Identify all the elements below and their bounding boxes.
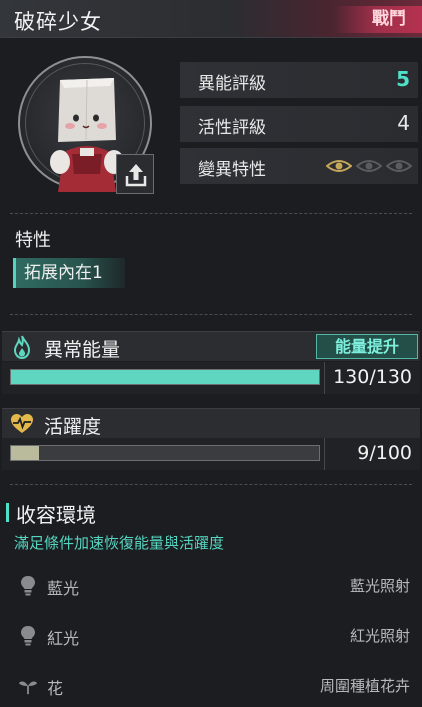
mutation-trait-indicators xyxy=(326,158,412,174)
stat-label: 活性評級 xyxy=(198,118,266,138)
divider xyxy=(10,484,412,485)
sprout-icon xyxy=(18,681,38,695)
energy-bar-fill xyxy=(11,370,319,384)
env-condition: 藍光照射 xyxy=(349,577,410,595)
stat-label: 變異特性 xyxy=(198,160,266,180)
stat-value: 5 xyxy=(396,67,410,91)
eye-icon xyxy=(356,160,382,172)
energy-header: 異常能量 能量提升 xyxy=(2,331,420,361)
heart-pulse-icon xyxy=(11,414,33,433)
env-row-flower: 花 周圍種植花卉 xyxy=(0,671,422,701)
anomaly-name: 破碎少女 xyxy=(14,10,102,34)
energy-bar-row: 130/130 xyxy=(2,362,420,394)
vitality-value: 9/100 xyxy=(357,442,412,464)
stat-label: 異能評級 xyxy=(198,74,266,94)
share-icon xyxy=(125,164,147,187)
eye-icon xyxy=(326,160,352,172)
env-name: 紅光 xyxy=(47,629,80,648)
env-name: 花 xyxy=(47,679,64,698)
containment-env-subtitle: 滿足條件加速恢復能量與活躍度 xyxy=(14,534,225,552)
divider xyxy=(10,213,412,214)
stat-row-mutation-trait: 變異特性 xyxy=(180,148,418,184)
vitality-header: 活躍度 xyxy=(2,408,420,438)
energy-label: 異常能量 xyxy=(44,339,121,361)
vitality-bar-fill xyxy=(11,446,39,460)
share-button[interactable] xyxy=(116,154,154,194)
traits-heading: 特性 xyxy=(15,230,51,251)
eye-icon xyxy=(386,160,412,172)
containment-env-heading: 收容環境 xyxy=(16,503,96,527)
lightbulb-icon xyxy=(21,576,35,596)
env-condition: 紅光照射 xyxy=(349,627,410,645)
stat-row-ability-rank: 異能評級 5 xyxy=(180,62,418,98)
vitality-label: 活躍度 xyxy=(44,416,102,438)
stat-value: 4 xyxy=(397,111,410,135)
energy-value: 130/130 xyxy=(333,366,412,388)
divider xyxy=(10,314,412,315)
env-row-red-light: 紅光 紅光照射 xyxy=(0,621,422,651)
env-condition: 周圍種植花卉 xyxy=(319,677,410,695)
env-name: 藍光 xyxy=(47,579,80,598)
flame-icon xyxy=(13,335,31,359)
env-row-blue-light: 藍光 藍光照射 xyxy=(0,571,422,601)
vitality-bar-row: 9/100 xyxy=(2,438,420,470)
anomaly-detail-panel: 破碎少女 戰鬥 異能評級 5 活性評級 4 變異特性 特性 拓展內在1 異常能量… xyxy=(0,0,422,707)
lightbulb-icon xyxy=(21,626,35,646)
energy-bar xyxy=(10,369,320,385)
trait-chip[interactable]: 拓展內在1 xyxy=(13,258,125,288)
combat-badge: 戰鬥 xyxy=(334,6,422,33)
panel-header: 破碎少女 戰鬥 xyxy=(0,0,422,38)
vitality-bar xyxy=(10,445,320,461)
stat-row-activity-rank: 活性評級 4 xyxy=(180,106,418,142)
energy-boost-button[interactable]: 能量提升 xyxy=(316,334,418,359)
